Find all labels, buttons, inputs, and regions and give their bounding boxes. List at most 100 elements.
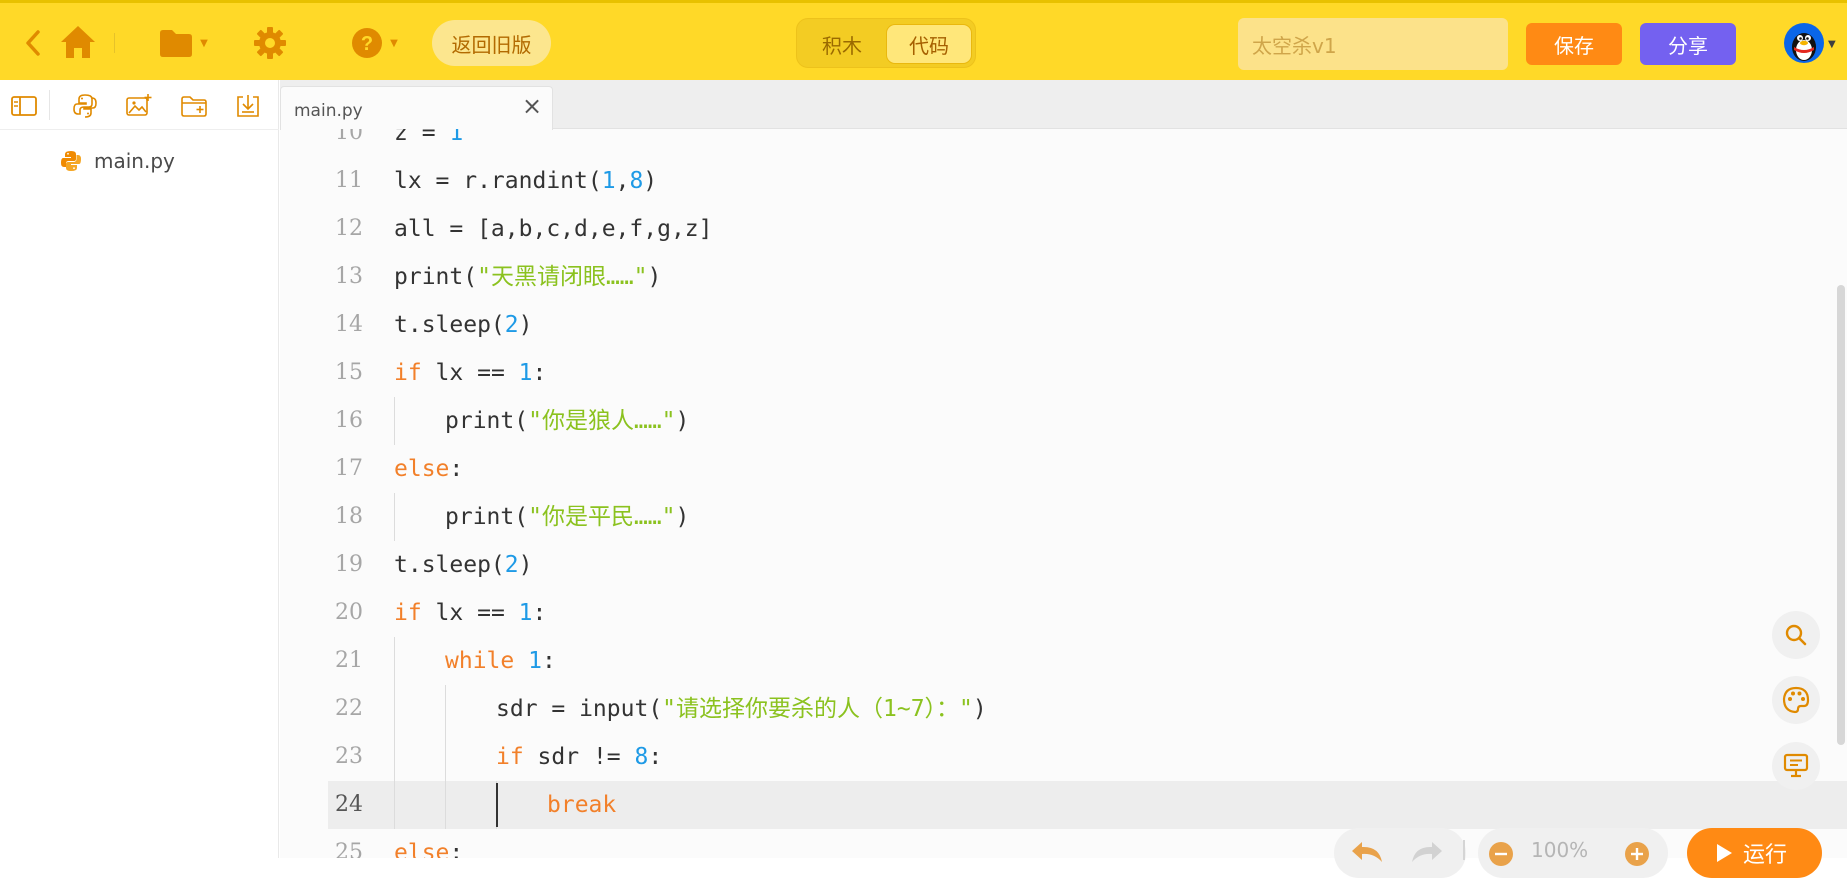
code-line[interactable]: 15 if lx == 1: xyxy=(280,349,1847,397)
code-line[interactable]: 24 break xyxy=(328,781,1847,829)
file-name: main.py xyxy=(94,149,175,173)
code-token: else xyxy=(394,840,450,858)
file-menu-button[interactable]: ▼ xyxy=(155,23,211,63)
caret-down-icon[interactable]: ▼ xyxy=(1828,39,1836,50)
code-line[interactable]: 11 lx = r.randint(1,8) xyxy=(280,157,1847,205)
code-line[interactable]: 10 z = 1 xyxy=(280,129,1847,157)
code-token: ) xyxy=(675,504,690,530)
code-text: break xyxy=(547,781,616,829)
tab-code[interactable]: 代码 xyxy=(886,24,972,64)
zoom-out-icon[interactable] xyxy=(1488,841,1514,867)
code-line[interactable]: 12 all = [a,b,c,d,e,f,g,z] xyxy=(280,205,1847,253)
code-token: : xyxy=(449,456,464,482)
line-number: 13 xyxy=(335,264,363,289)
code-token: print( xyxy=(394,264,478,290)
caret-down-icon: ▼ xyxy=(200,37,208,49)
tab-blocks[interactable]: 积木 xyxy=(803,24,881,64)
code-token: lx = r.randint( xyxy=(394,168,602,194)
indent-guide xyxy=(394,685,395,733)
editor-tab-bar: main.py × xyxy=(280,80,1847,130)
download-icon xyxy=(237,95,259,117)
svg-text:?: ? xyxy=(361,33,373,55)
code-text: else: xyxy=(394,829,463,858)
project-title-input[interactable] xyxy=(1238,18,1508,70)
code-line[interactable]: 22 sdr = input("请选择你要杀的人（1~7）：") xyxy=(280,685,1847,733)
line-number: 16 xyxy=(335,408,363,433)
settings-button[interactable] xyxy=(250,23,290,63)
gear-icon xyxy=(254,27,286,59)
line-number: 19 xyxy=(335,552,363,577)
tab-label: main.py xyxy=(294,101,363,121)
code-token: ) xyxy=(647,264,662,290)
line-number: 17 xyxy=(335,456,363,481)
code-token: : xyxy=(532,600,547,626)
zoom-in-icon[interactable] xyxy=(1624,841,1650,867)
code-token: , xyxy=(615,168,630,194)
new-python-file-button[interactable] xyxy=(71,92,99,120)
sidebar-toggle-button[interactable] xyxy=(10,92,38,120)
run-button[interactable]: 运行 xyxy=(1687,828,1822,878)
presentation-button[interactable] xyxy=(1772,742,1820,790)
code-token: if xyxy=(394,360,422,386)
line-number: 18 xyxy=(335,504,363,529)
code-line[interactable]: 19 t.sleep(2) xyxy=(280,541,1847,589)
home-button[interactable] xyxy=(56,20,100,64)
line-number: 10 xyxy=(335,129,363,145)
add-image-button[interactable] xyxy=(125,92,153,120)
code-token: 2 xyxy=(504,552,519,578)
code-text: sdr = input("请选择你要杀的人（1~7）：") xyxy=(496,685,987,733)
undo-icon[interactable] xyxy=(1348,838,1386,864)
code-token: 2 xyxy=(504,312,519,338)
code-token: ) xyxy=(675,408,690,434)
save-button[interactable]: 保存 xyxy=(1526,23,1622,65)
share-button[interactable]: 分享 xyxy=(1640,23,1736,65)
line-number: 23 xyxy=(335,744,363,769)
mode-switch: 积木 代码 xyxy=(796,18,976,68)
old-version-button[interactable]: 返回旧版 xyxy=(432,20,551,66)
code-token: else xyxy=(394,456,450,482)
help-button[interactable]: ? ▼ xyxy=(346,23,402,63)
vertical-scrollbar[interactable] xyxy=(1837,285,1845,745)
code-token: 1 xyxy=(449,129,464,146)
code-text: print("你是平民……") xyxy=(445,493,689,541)
code-line[interactable]: 17 else: xyxy=(280,445,1847,493)
play-icon xyxy=(1717,844,1732,862)
text-cursor xyxy=(496,783,498,827)
code-line[interactable]: 18 print("你是平民……") xyxy=(280,493,1847,541)
top-toolbar: ▼ ? ▼ 返回旧版 积木 代码 保存 分享 xyxy=(0,0,1847,80)
code-text: print("天黑请闭眼……") xyxy=(394,253,661,301)
code-token: : xyxy=(532,360,547,386)
python-file-icon xyxy=(73,94,97,118)
code-line[interactable]: 21 while 1: xyxy=(280,637,1847,685)
code-line[interactable]: 16 print("你是狼人……") xyxy=(280,397,1847,445)
theme-button[interactable] xyxy=(1772,676,1820,724)
code-token: lx == xyxy=(421,600,519,626)
line-number: 20 xyxy=(335,600,363,625)
close-icon[interactable]: × xyxy=(522,93,542,119)
question-circle-icon: ? xyxy=(352,28,383,58)
code-line[interactable]: 23 if sdr != 8: xyxy=(280,733,1847,781)
download-button[interactable] xyxy=(234,92,262,120)
code-token: ) xyxy=(972,696,987,722)
code-area[interactable]: 10 z = 1 11 lx = r.randint(1,8) 12 all = [a,b… xyxy=(280,129,1847,858)
file-item-main-py[interactable]: main.py xyxy=(60,146,175,176)
redo-icon[interactable] xyxy=(1408,838,1446,864)
new-folder-button[interactable] xyxy=(180,92,208,120)
file-sidebar: main.py xyxy=(0,80,279,858)
code-line[interactable]: 20 if lx == 1: xyxy=(280,589,1847,637)
line-number: 25 xyxy=(335,840,363,858)
code-token: 8 xyxy=(629,168,644,194)
caret-down-icon: ▼ xyxy=(390,37,398,49)
back-button[interactable] xyxy=(18,25,48,61)
code-token: 1 xyxy=(518,600,533,626)
tab-main-py[interactable]: main.py × xyxy=(280,86,553,130)
code-token: 1 xyxy=(518,360,533,386)
code-text: else: xyxy=(394,445,463,493)
search-button[interactable] xyxy=(1772,611,1820,659)
code-token: sdr != xyxy=(523,744,635,770)
code-token: t.sleep( xyxy=(394,312,505,338)
code-line[interactable]: 14 t.sleep(2) xyxy=(280,301,1847,349)
user-avatar[interactable] xyxy=(1784,23,1824,63)
code-line[interactable]: 13 print("天黑请闭眼……") xyxy=(280,253,1847,301)
indent-guide xyxy=(445,685,446,733)
